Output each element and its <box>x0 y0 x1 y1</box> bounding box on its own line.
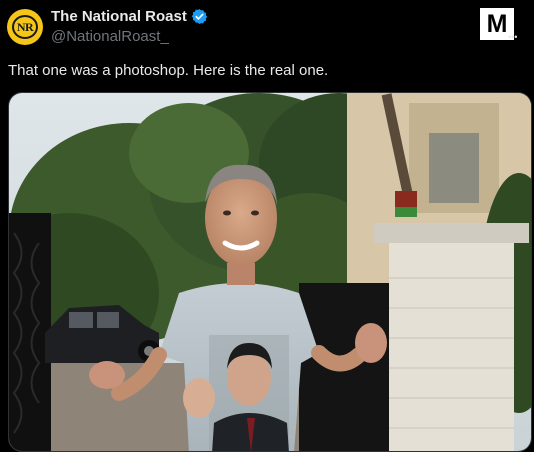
tweet-photo[interactable] <box>8 92 532 452</box>
avatar[interactable]: NR <box>7 9 43 45</box>
photo-icon <box>9 93 531 451</box>
more-options-icon[interactable]: ••• <box>508 33 517 42</box>
author-name-row: The National Roast <box>51 8 208 25</box>
tweet: NR The National Roast @NationalRoast_ M … <box>0 0 534 452</box>
display-name[interactable]: The National Roast <box>51 8 187 25</box>
verified-badge-icon <box>191 9 208 24</box>
tweet-text: That one was a photoshop. Here is the re… <box>8 62 329 79</box>
avatar-logo: NR <box>12 15 38 39</box>
account-handle[interactable]: @NationalRoast_ <box>51 28 169 45</box>
